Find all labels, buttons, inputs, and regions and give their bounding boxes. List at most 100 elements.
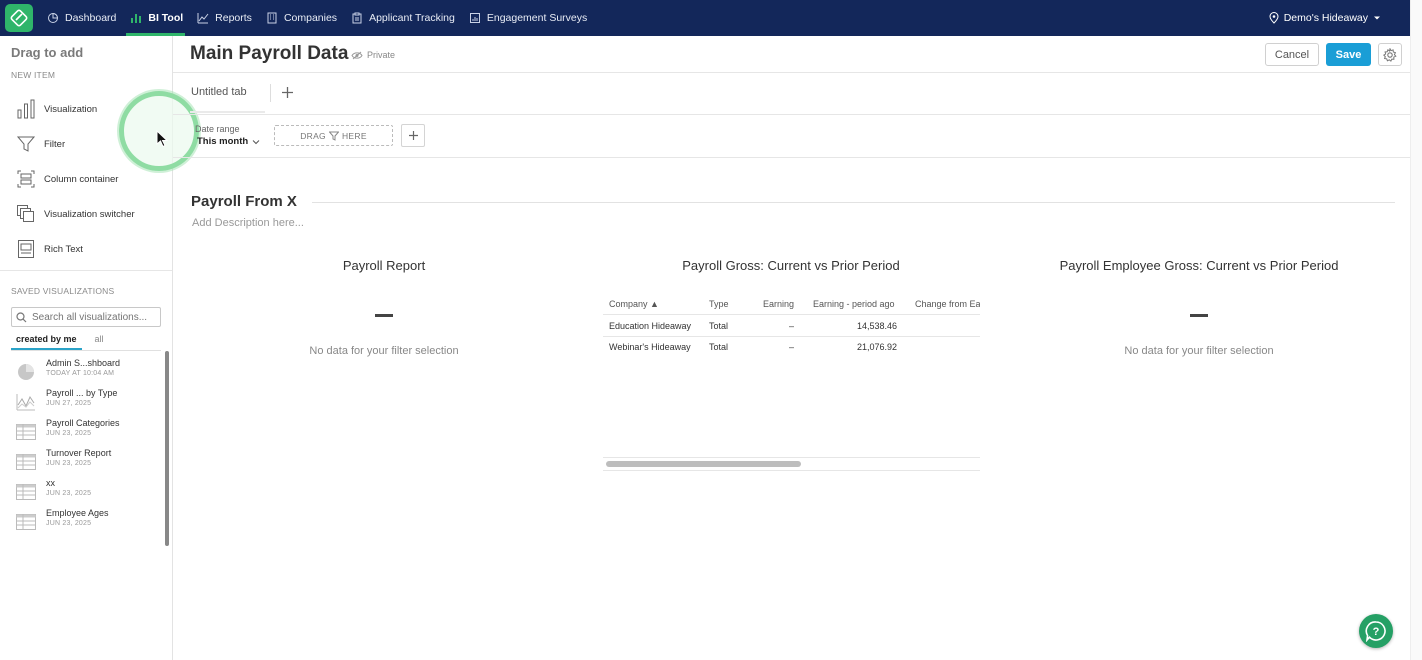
section-description[interactable]: Add Description here... xyxy=(192,217,304,229)
gear-icon xyxy=(1383,47,1397,62)
column-header[interactable]: Type xyxy=(709,299,729,309)
table-row[interactable]: Webinar's Hideaway Total – 21,076.92 xyxy=(603,336,980,357)
page-scrollbar[interactable] xyxy=(1410,0,1422,660)
divider xyxy=(173,114,1410,115)
sidebar-title: Drag to add xyxy=(11,45,84,60)
nav-label: Dashboard xyxy=(65,12,117,24)
saved-name: Payroll Categories xyxy=(46,418,120,428)
funnel-icon xyxy=(328,131,339,141)
date-range-label: Date range xyxy=(195,124,240,134)
saved-date: JUN 23, 2025 xyxy=(46,490,92,497)
saved-date: TODAY AT 10:04 AM xyxy=(46,370,115,377)
divider xyxy=(603,470,980,471)
saved-date: JUN 23, 2025 xyxy=(46,430,92,437)
switcher-icon xyxy=(14,202,38,226)
survey-icon xyxy=(469,13,480,23)
company-selector[interactable]: Demo's Hideaway xyxy=(1264,0,1386,36)
date-range-select[interactable]: This month xyxy=(197,136,260,147)
filter-drop-zone[interactable]: DRAG HERE xyxy=(274,125,393,146)
viz-title[interactable]: Payroll Gross: Current vs Prior Period xyxy=(641,258,941,273)
nav-label: Applicant Tracking xyxy=(369,12,455,24)
privacy-label: Private xyxy=(367,50,396,60)
column-container-icon xyxy=(14,167,38,191)
divider xyxy=(603,457,980,458)
list-item[interactable]: Admin S...shboard TODAY AT 10:04 AM xyxy=(15,358,160,388)
no-data-text: No data for your filter selection xyxy=(309,345,459,357)
list-item[interactable]: Payroll ... by Type JUN 27, 2025 xyxy=(15,388,160,418)
viz-title[interactable]: Payroll Report xyxy=(284,258,484,273)
table-cell: Webinar's Hideaway xyxy=(609,341,691,352)
list-item[interactable]: xx JUN 23, 2025 xyxy=(15,478,160,508)
new-item-visualization[interactable]: Visualization xyxy=(14,97,97,121)
list-item[interactable]: Employee Ages JUN 23, 2025 xyxy=(15,508,160,538)
new-item-column-container[interactable]: Column container xyxy=(14,167,118,191)
rich-text-icon xyxy=(14,237,38,261)
viz-title[interactable]: Payroll Employee Gross: Current vs Prior… xyxy=(1049,258,1349,273)
plus-icon xyxy=(408,131,418,140)
nav-engagement-surveys[interactable]: Engagement Surveys xyxy=(469,0,587,36)
list-item[interactable]: Payroll Categories JUN 23, 2025 xyxy=(15,418,160,448)
new-item-label: NEW ITEM xyxy=(11,70,56,80)
table-horizontal-scrollbar[interactable] xyxy=(606,461,801,467)
sidebar-scrollbar[interactable] xyxy=(165,351,169,546)
settings-button[interactable] xyxy=(1378,43,1402,66)
nav-dashboard[interactable]: Dashboard xyxy=(47,0,116,36)
table-icon xyxy=(15,481,37,503)
column-header[interactable]: Earning - period ago xyxy=(813,299,895,309)
new-item-rich-text[interactable]: Rich Text xyxy=(14,237,83,261)
list-item[interactable]: Turnover Report JUN 23, 2025 xyxy=(15,448,160,478)
new-item-visualization-switcher[interactable]: Visualization switcher xyxy=(14,202,135,226)
saved-name: Turnover Report xyxy=(46,448,112,458)
save-button[interactable]: Save xyxy=(1326,43,1371,66)
help-chat-icon: ? xyxy=(1365,621,1386,642)
new-item-label: Column container xyxy=(44,173,119,185)
cancel-button[interactable]: Cancel xyxy=(1265,43,1319,66)
saved-visualizations-list: Admin S...shboard TODAY AT 10:04 AM Payro… xyxy=(15,358,160,538)
column-header[interactable]: Change from Ea xyxy=(915,299,980,309)
new-item-filter[interactable]: Filter xyxy=(14,132,65,156)
no-data-text: No data for your filter selection xyxy=(1124,345,1274,357)
tab-untitled[interactable]: Untitled tab xyxy=(191,86,247,98)
search-input[interactable] xyxy=(32,311,152,323)
column-header[interactable]: Company ▲ xyxy=(609,299,659,309)
no-data-dash xyxy=(375,314,393,317)
privacy-toggle[interactable]: Private xyxy=(351,50,395,60)
tab-created-by-me[interactable]: created by me xyxy=(11,334,82,350)
nav-bi-tool[interactable]: BI Tool xyxy=(126,0,185,36)
drag-label: HERE xyxy=(341,130,367,141)
tab-all[interactable]: all xyxy=(90,334,109,351)
clipboard-icon xyxy=(352,12,362,24)
help-chat-button[interactable]: ? xyxy=(1359,614,1393,648)
column-header[interactable]: Earning xyxy=(763,299,794,309)
saved-date: JUN 23, 2025 xyxy=(46,520,92,527)
section-rule xyxy=(312,202,1395,203)
divider xyxy=(173,157,1410,158)
app-logo[interactable] xyxy=(5,4,33,32)
saved-name: Employee Ages xyxy=(46,508,109,518)
dashboard-icon xyxy=(48,12,59,23)
saved-date: JUN 23, 2025 xyxy=(46,460,92,467)
nav-applicant-tracking[interactable]: Applicant Tracking xyxy=(351,0,455,36)
no-data-dash xyxy=(1190,314,1208,317)
bar-chart-icon xyxy=(14,97,38,121)
page-title[interactable]: Main Payroll Data xyxy=(190,43,348,65)
table-row[interactable]: Education Hideaway Total – 14,538.46 xyxy=(603,315,980,336)
new-item-label: Rich Text xyxy=(44,243,83,255)
logo-icon xyxy=(10,9,28,27)
add-tab-button[interactable] xyxy=(280,85,295,100)
location-pin-icon xyxy=(1269,12,1279,24)
building-icon xyxy=(267,12,277,24)
search-box[interactable] xyxy=(11,307,161,327)
nav-companies[interactable]: Companies xyxy=(266,0,337,36)
data-table: Company ▲ Type Earning Earning - period … xyxy=(603,293,980,473)
saved-name: xx xyxy=(46,478,55,488)
section-title[interactable]: Payroll From X xyxy=(191,193,297,210)
new-item-label: Filter xyxy=(44,138,66,150)
eye-slash-icon xyxy=(351,51,363,59)
mouse-cursor-icon xyxy=(156,130,168,148)
nav-reports[interactable]: Reports xyxy=(197,0,252,36)
table-cell: 14,538.46 xyxy=(857,320,898,331)
new-item-label: Visualization xyxy=(44,103,98,115)
table-cell: – xyxy=(789,320,795,331)
add-filter-button[interactable] xyxy=(401,124,425,147)
